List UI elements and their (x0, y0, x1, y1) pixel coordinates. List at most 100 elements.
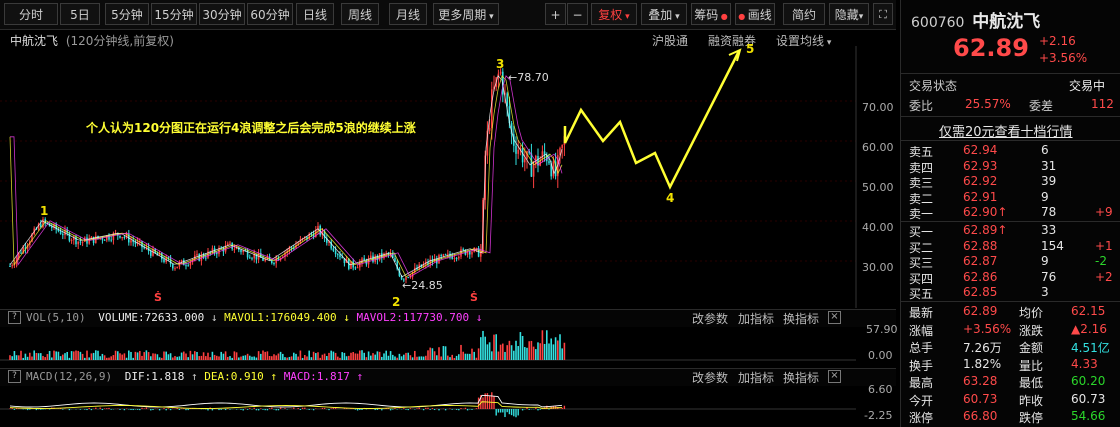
volume-bar (418, 356, 420, 360)
volume-bar (279, 351, 282, 360)
volume-bar (493, 334, 495, 360)
overlay-dropdown[interactable]: 叠加 ▾ (641, 3, 687, 25)
volume-bar (453, 357, 456, 360)
volume-bar (57, 351, 60, 360)
volume-bar (306, 356, 308, 360)
level-change: -2 (1095, 254, 1107, 268)
help-icon[interactable]: ? (8, 311, 21, 324)
volume-bar (317, 352, 319, 360)
candle-body (541, 151, 544, 160)
dot-icon: ● (718, 12, 728, 21)
volume-bar (66, 351, 68, 360)
candle-body (172, 264, 174, 269)
period-tab-15min[interactable]: 15分钟 (151, 3, 197, 25)
wave-label-3: 3 (496, 57, 505, 71)
ten-level-quote-link[interactable]: 仅需20元查看十档行情 (939, 121, 1073, 140)
close-icon[interactable]: × (828, 311, 841, 324)
vol-switch-indicator-button[interactable]: 换指标 (783, 310, 819, 327)
price-axis-30: 30.00 (862, 261, 894, 274)
volume-bar (235, 352, 238, 360)
macd-histogram-bar (451, 409, 453, 410)
wave-annotation: 个人认为120分图正在运行4浪调整之后会完成5浪的继续上涨 (86, 121, 416, 135)
volume-bar (33, 350, 35, 360)
price-change-pct: +3.56% (1039, 51, 1088, 65)
volume-bar (464, 353, 467, 360)
fuquan-dropdown[interactable]: 复权 ▾ (591, 3, 637, 25)
stat-label: 总手 (909, 341, 934, 355)
candlestick-chart[interactable] (0, 46, 896, 308)
volume-bar (136, 352, 139, 360)
zoom-in-button[interactable]: + (545, 3, 566, 25)
volume-bar (519, 332, 522, 360)
candle-body (119, 235, 121, 238)
fullscreen-icon[interactable]: ⛶ (873, 3, 893, 25)
candle-body (370, 255, 372, 259)
candle-body (229, 242, 231, 244)
hide-dropdown[interactable]: 隐藏▾ (829, 3, 869, 25)
volume-bar (460, 344, 462, 360)
stat-label: 涨幅 (909, 323, 934, 338)
volume-bar (524, 347, 526, 360)
volume-bar (521, 336, 524, 360)
volume-bar (209, 357, 211, 360)
period-tab-60min[interactable]: 60分钟 (247, 3, 293, 25)
volume-bar (304, 355, 306, 360)
candle-body (187, 265, 189, 267)
volume-bar (484, 336, 486, 360)
macd-histogram-bar (299, 409, 302, 411)
bid-levels: 买一 62.89↑ 33 买二 62.88 154 +1 买三 62.87 9 -2 买四 62.86 7… (901, 223, 1120, 303)
help-icon[interactable]: ? (8, 370, 21, 383)
event-marker-icon[interactable]: Ṡ (154, 291, 162, 304)
period-tab-5day[interactable]: 5日 (60, 3, 100, 25)
period-more-dropdown[interactable]: 更多周期 ▾ (433, 3, 499, 25)
volume-bar (541, 330, 544, 360)
volume-bar (383, 353, 385, 360)
level-volume: 33 (1041, 223, 1057, 237)
period-tab-monthly[interactable]: 月线 (389, 3, 427, 25)
vol-add-indicator-button[interactable]: 加指标 (738, 310, 774, 327)
volume-bar (26, 356, 29, 360)
macd-axis-bottom: -2.25 (864, 409, 893, 422)
macd-histogram-bar (449, 408, 451, 409)
macd-histogram-bar (376, 409, 379, 410)
close-icon[interactable]: × (828, 370, 841, 383)
volume-bar (132, 357, 134, 360)
macd-histogram-bar (429, 409, 431, 410)
simple-mode-button[interactable]: 简约 (783, 3, 825, 25)
volume-bar (361, 350, 363, 360)
volume-bar (367, 351, 370, 360)
chips-button[interactable]: 筹码 ● (691, 3, 731, 25)
drawline-button[interactable]: ● 画线 (735, 3, 775, 25)
period-tab-fenshi[interactable]: 分时 (4, 3, 58, 25)
vol-edit-params-button[interactable]: 改参数 (692, 310, 728, 327)
quote-level-row: 买三 62.87 9 -2 (901, 254, 1120, 270)
period-tab-30min[interactable]: 30分钟 (199, 3, 245, 25)
macd-indicator-values: MACD(12,26,9) DIF:1.818 ↑ DEA:0.910 ↑ MA… (26, 370, 364, 383)
macd-histogram-bar (163, 408, 165, 409)
period-tab-weekly[interactable]: 周线 (341, 3, 379, 25)
period-tab-5min[interactable]: 5分钟 (105, 3, 149, 25)
macd-histogram-bar (11, 408, 13, 409)
overlay-label: 叠加 (648, 8, 673, 22)
stock-code: 600760 (911, 15, 965, 31)
stat-value: 62.89 (963, 304, 998, 318)
volume-bar (308, 350, 310, 360)
macd-add-indicator-button[interactable]: 加指标 (738, 369, 774, 386)
stat-value: 7.26万 (963, 341, 1002, 355)
volume-bar (554, 337, 557, 360)
volume-bar (275, 355, 277, 360)
macd-histogram-bar (242, 409, 244, 411)
volume-bar (249, 355, 251, 360)
volume-bar (359, 350, 361, 360)
macd-histogram-bar (88, 407, 90, 409)
macd-switch-indicator-button[interactable]: 换指标 (783, 369, 819, 386)
chevron-down-icon: ▾ (622, 12, 630, 22)
candle-body (471, 251, 473, 255)
quote-panel: 600760 中航沈飞 62.89 +2.16 +3.56% 交易状态 交易中 … (900, 0, 1120, 427)
zoom-out-button[interactable]: − (567, 3, 588, 25)
event-marker-icon[interactable]: Ṡ (470, 291, 478, 304)
period-tab-daily[interactable]: 日线 (296, 3, 334, 25)
volume-bar (543, 343, 546, 360)
period-toolbar: 分时 5日 5分钟 15分钟 30分钟 60分钟 日线 周线 月线 更多周期 ▾… (0, 0, 896, 30)
macd-edit-params-button[interactable]: 改参数 (692, 369, 728, 386)
